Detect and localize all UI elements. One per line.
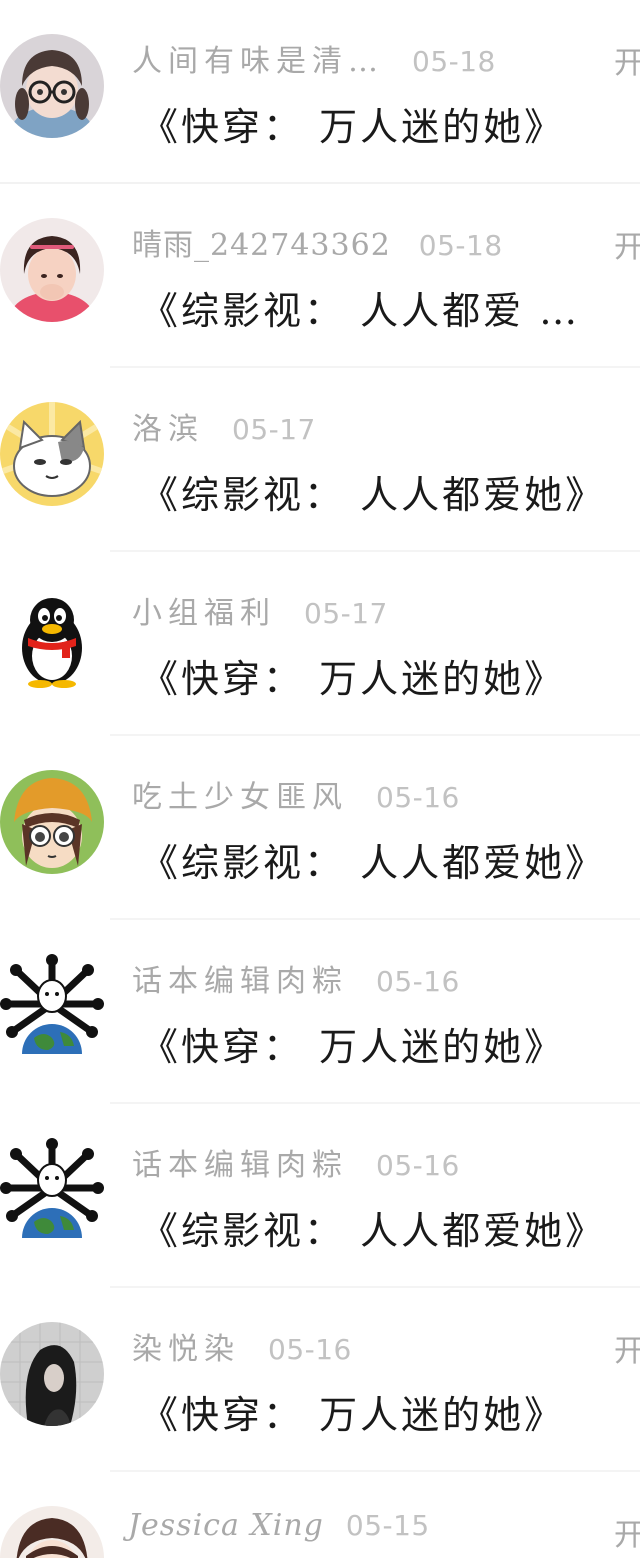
cartoon-cat-avatar[interactable]: [0, 402, 104, 506]
globe-bones-avatar[interactable]: [0, 954, 104, 1058]
message-meta: 晴雨_242743362 05-18: [132, 220, 503, 263]
message-title[interactable]: 《快穿： 万人迷的她》: [140, 648, 565, 703]
message-title[interactable]: 《快穿： 万人迷的她》: [140, 1016, 565, 1071]
message-date: 05-17: [232, 413, 316, 446]
message-meta: 话本编辑肉粽 05-16: [132, 1140, 460, 1183]
sender-name[interactable]: 人间有味是清…: [132, 36, 384, 80]
anime-girl-hat-avatar[interactable]: [0, 770, 104, 874]
message-item[interactable]: 话本编辑肉粽 05-16 《综影视： 人人都爱她》: [0, 1104, 640, 1288]
message-title[interactable]: 《综影视： 人人都爱她》: [140, 832, 606, 887]
sender-name[interactable]: 吃土少女匪风: [132, 772, 348, 816]
message-item[interactable]: 吃土少女匪风 05-16 《综影视： 人人都爱她》: [0, 736, 640, 920]
message-meta: 小组福利 05-17: [132, 588, 388, 631]
qq-penguin-avatar[interactable]: [0, 586, 104, 690]
dark-hair-girl-avatar[interactable]: [0, 1322, 104, 1426]
girl-pink-avatar[interactable]: [0, 218, 104, 322]
message-title[interactable]: 《快穿： 万人迷的她》: [140, 96, 565, 151]
message-title[interactable]: 《综影视： 人人都爱 …: [140, 280, 580, 335]
message-meta: 染悦染 05-16: [132, 1324, 352, 1367]
message-date: 05-18: [412, 45, 496, 78]
message-meta: Jessica Xing 05-15: [128, 1508, 430, 1548]
message-title[interactable]: 《快穿： 万人迷的她》: [140, 1384, 565, 1439]
sender-name[interactable]: Jessica Xing: [128, 1508, 324, 1543]
message-meta: 人间有味是清… 05-18: [132, 36, 496, 79]
message-date: 05-15: [345, 1509, 430, 1542]
message-list: 人间有味是清… 05-18 开 《快穿： 万人迷的她》 晴雨_242743362…: [0, 0, 640, 1558]
message-title[interactable]: 《综影视： 人人都爱她》: [140, 1200, 606, 1255]
sender-name[interactable]: 小组福利: [132, 588, 276, 632]
sender-name[interactable]: 话本编辑肉粽: [132, 1140, 348, 1184]
message-meta: 洛滨 05-17: [132, 404, 316, 447]
message-date: 05-17: [304, 597, 388, 630]
message-date: 05-16: [268, 1333, 352, 1366]
message-item[interactable]: 小组福利 05-17 《快穿： 万人迷的她》: [0, 552, 640, 736]
message-date: 05-18: [418, 229, 503, 262]
message-item[interactable]: 晴雨_242743362 05-18 开 《综影视： 人人都爱 …: [0, 184, 640, 368]
open-action[interactable]: 开: [614, 1326, 640, 1370]
sender-name[interactable]: 洛滨: [132, 404, 204, 448]
open-action[interactable]: 开: [614, 38, 640, 82]
globe-bones-avatar[interactable]: [0, 1138, 104, 1242]
sender-name[interactable]: 晴雨_242743362: [132, 220, 391, 264]
message-meta: 话本编辑肉粽 05-16: [132, 956, 460, 999]
message-item[interactable]: 人间有味是清… 05-18 开 《快穿： 万人迷的她》: [0, 0, 640, 184]
message-date: 05-16: [376, 965, 460, 998]
message-item[interactable]: 话本编辑肉粽 05-16 《快穿： 万人迷的她》: [0, 920, 640, 1104]
open-action[interactable]: 开: [614, 1510, 640, 1554]
message-meta: 吃土少女匪风 05-16: [132, 772, 460, 815]
message-title[interactable]: 《综影视： 人人都爱她》: [140, 464, 606, 519]
message-date: 05-16: [376, 781, 460, 814]
message-item[interactable]: Jessica Xing 05-15 开: [0, 1472, 640, 1558]
girl-glasses-avatar[interactable]: [0, 34, 104, 138]
message-date: 05-16: [376, 1149, 460, 1182]
message-item[interactable]: 洛滨 05-17 《综影视： 人人都爱她》: [0, 368, 640, 552]
sender-name[interactable]: 话本编辑肉粽: [132, 956, 348, 1000]
message-item[interactable]: 染悦染 05-16 开 《快穿： 万人迷的她》: [0, 1288, 640, 1472]
sender-name[interactable]: 染悦染: [132, 1324, 240, 1368]
anime-girl-avatar[interactable]: [0, 1506, 104, 1558]
open-action[interactable]: 开: [614, 222, 640, 266]
